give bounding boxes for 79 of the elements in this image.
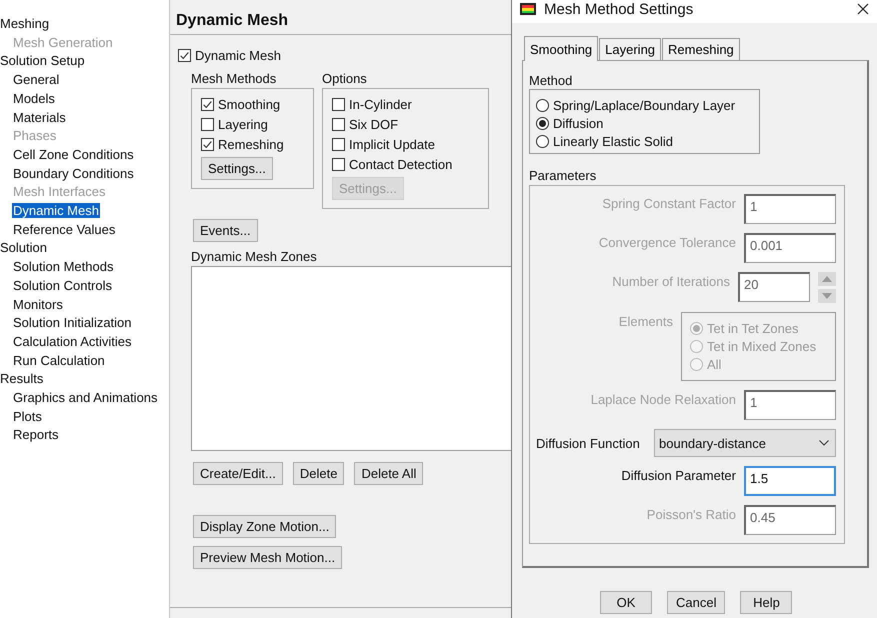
radio-button[interactable] (536, 99, 549, 112)
field-label: Elements (618, 313, 673, 329)
field-label: Convergence Tolerance (598, 234, 736, 250)
tree-item[interactable]: Cell Zone Conditions (12, 146, 135, 162)
tab[interactable]: Remeshing (662, 38, 740, 60)
checkbox[interactable] (332, 158, 345, 171)
dialog-title: Mesh Method Settings (544, 0, 694, 18)
checkbox[interactable] (332, 98, 345, 111)
radio-label: Diffusion (553, 116, 604, 131)
radio-button[interactable] (536, 135, 549, 148)
zone-button[interactable]: Delete All (354, 462, 424, 485)
dialog-button[interactable]: Help (740, 591, 792, 614)
checkbox-label: Implicit Update (349, 137, 435, 152)
settings-button[interactable]: Settings... (201, 157, 273, 180)
tree-item[interactable]: Models (12, 90, 56, 106)
group-label: Parameters (529, 168, 598, 183)
checkbox[interactable] (178, 49, 191, 62)
tree-section[interactable]: Solution (0, 239, 169, 258)
radio-label: Tet in Mixed Zones (707, 339, 816, 354)
motion-button[interactable]: Preview Mesh Motion... (193, 546, 342, 569)
tree-section[interactable]: Meshing (0, 15, 169, 34)
radio-label: Linearly Elastic Solid (553, 134, 673, 149)
dialog-button[interactable]: Cancel (667, 591, 726, 614)
tree-item[interactable]: Dynamic Mesh (12, 203, 100, 218)
checkbox-label: Layering (218, 117, 268, 132)
tree-section[interactable]: Solution Setup (0, 52, 169, 72)
group-label: Method (529, 73, 574, 88)
tree-item[interactable]: Calculation Activities (12, 334, 132, 349)
checkbox-label: Remeshing (218, 137, 284, 152)
checkbox-label: Six DOF (349, 117, 398, 132)
field-label: Laplace Node Relaxation (590, 391, 736, 407)
checkbox-label: In-Cylinder (349, 97, 412, 112)
tab[interactable]: Layering (599, 38, 662, 60)
tree-item[interactable]: Plots (12, 408, 43, 424)
group-label: Mesh Methods (191, 71, 278, 86)
tree-section[interactable]: Results (0, 370, 169, 390)
events-button[interactable]: Events... (193, 219, 258, 242)
up-triangle-icon (822, 276, 832, 282)
tree-item[interactable]: Solution Methods (12, 259, 114, 274)
tree-item[interactable]: Run Calculation (12, 352, 106, 368)
dialog-button[interactable]: OK (600, 591, 652, 614)
down-triangle-icon (822, 293, 832, 299)
checkbox[interactable] (332, 118, 345, 131)
checkbox[interactable] (201, 98, 214, 111)
tree-item[interactable]: Reference Values (12, 222, 116, 237)
tab[interactable]: Smoothing (524, 36, 598, 61)
checkbox[interactable] (332, 138, 345, 151)
checkbox-label: Smoothing (218, 97, 280, 112)
tree-item[interactable]: Solution Initialization (12, 315, 133, 330)
field-label: Poisson's Ratio (646, 506, 736, 522)
radio-button[interactable] (536, 117, 549, 130)
tree-item[interactable]: Graphics and Animations (12, 390, 159, 406)
field-label: Diffusion Function (536, 436, 640, 450)
motion-button[interactable]: Display Zone Motion... (193, 515, 336, 538)
checkbox[interactable] (201, 118, 214, 131)
tree-item[interactable]: Monitors (12, 296, 64, 312)
close-icon[interactable] (857, 3, 869, 15)
tree-item[interactable]: Solution Controls (12, 278, 113, 293)
tree-item[interactable]: Reports (12, 427, 60, 442)
radio-label: All (707, 357, 722, 372)
dropdown[interactable]: boundary-distance (654, 429, 836, 457)
field-label: Number of Iterations (612, 273, 730, 289)
tree-item[interactable]: Materials (12, 110, 67, 125)
tree-item[interactable]: General (12, 72, 60, 88)
field-label: Diffusion Parameter (621, 467, 736, 483)
checkbox-label: Contact Detection (349, 157, 452, 172)
zone-button[interactable]: Delete (292, 462, 344, 485)
chevron-icon (819, 440, 829, 446)
radio-label: Tet in Tet Zones (707, 321, 799, 336)
tree-item[interactable]: Boundary Conditions (12, 166, 135, 181)
list-label: Dynamic Mesh Zones (191, 249, 318, 264)
radio-label: Spring/Laplace/Boundary Layer (553, 98, 736, 113)
input-field[interactable]: 1.5 (744, 466, 836, 496)
group-label: Options (322, 71, 368, 86)
checkbox-label: Dynamic Mesh (195, 48, 281, 63)
field-label: Spring Constant Factor (602, 195, 736, 211)
app-icon (520, 3, 536, 15)
checkbox[interactable] (201, 138, 214, 151)
zone-button[interactable]: Create/Edit... (193, 462, 283, 485)
